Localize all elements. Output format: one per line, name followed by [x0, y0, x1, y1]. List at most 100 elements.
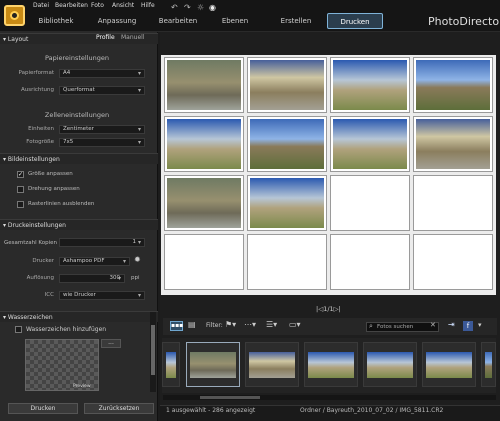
menu-hilfe[interactable]: Hilfe [141, 2, 155, 9]
filmstrip-thumb[interactable] [186, 342, 240, 387]
tab-profile[interactable]: Profile [96, 34, 115, 41]
search-input[interactable]: Fotos suchen [366, 322, 439, 332]
printer-settings-icon[interactable]: ✹ [134, 255, 141, 264]
flag-filter-icon[interactable]: ⚑▾ [225, 320, 236, 329]
paper-format-label: Papierformat [18, 70, 54, 76]
photo-cell[interactable] [164, 175, 244, 231]
units-label: Einheiten [28, 126, 54, 132]
filmstrip-thumb[interactable] [304, 342, 358, 387]
photo-cell[interactable] [413, 116, 493, 172]
photo-cell-empty[interactable] [164, 234, 244, 290]
photo-cell-empty[interactable] [413, 175, 493, 231]
units-select[interactable]: Zentimeter [59, 125, 145, 134]
photo-thumbnail [249, 352, 295, 378]
tab-ebenen[interactable]: Ebenen [212, 13, 258, 29]
photo-thumbnail [416, 119, 490, 169]
rotate-label: Drehung anpassen [28, 186, 80, 192]
copies-label: Gesamtzahl Kopien [4, 240, 58, 246]
resolution-input[interactable]: 300 [59, 274, 125, 283]
orientation-label: Ausrichtung [20, 87, 54, 93]
app-logo-icon [4, 5, 25, 26]
settings-icon[interactable]: ☼ [197, 3, 204, 12]
resize-checkbox[interactable]: ✓ [17, 171, 24, 178]
tab-bibliothek[interactable]: Bibliothek [33, 13, 79, 29]
photo-thumbnail [167, 60, 241, 110]
photo-cell[interactable] [247, 116, 327, 172]
section-image-title: Bildeinstellungen [7, 156, 60, 163]
filmstrip-thumb[interactable] [162, 342, 180, 387]
section-watermark-title: Wasserzeichen [7, 314, 53, 321]
grid-view-icon[interactable]: ▤ [188, 320, 196, 329]
menu-datei[interactable]: Datei [33, 2, 49, 9]
icc-select[interactable]: wie Drucker [59, 291, 145, 300]
gridlines-checkbox[interactable] [17, 201, 24, 208]
menu-foto[interactable]: Foto [91, 2, 104, 9]
photo-cell[interactable] [247, 57, 327, 113]
menu-ansicht[interactable]: Ansicht [112, 2, 134, 9]
photo-thumbnail [250, 178, 324, 228]
photo-cell-empty[interactable] [247, 234, 327, 290]
select-icon[interactable]: ▭▾ [289, 320, 301, 329]
printer-select[interactable]: Ashampoo PDF [59, 257, 130, 266]
icc-label: ICC [44, 292, 54, 298]
cell-settings-title: Zelleneinstellungen [44, 111, 110, 119]
photo-cell[interactable] [330, 57, 410, 113]
more-share-icon[interactable]: ▾ [478, 321, 482, 329]
orientation-select[interactable]: Querformat [59, 86, 145, 95]
section-layout-title: Layout [7, 36, 29, 43]
import-icon[interactable]: ⇥ [448, 320, 455, 329]
print-page [161, 55, 496, 295]
filmstrip-thumb[interactable] [481, 342, 496, 387]
photo-cell-empty[interactable] [413, 234, 493, 290]
photo-cell[interactable] [330, 116, 410, 172]
photo-cell-empty[interactable] [330, 234, 410, 290]
section-watermark-header[interactable]: ▾ Wasserzeichen [0, 311, 158, 322]
photo-cell[interactable] [164, 116, 244, 172]
section-print-header[interactable]: ▾ Druckeinstellungen [0, 219, 158, 230]
photo-size-select[interactable]: 7x5 [59, 138, 145, 147]
filmstrip-thumb[interactable] [245, 342, 299, 387]
photo-thumbnail [250, 60, 324, 110]
tab-erstellen[interactable]: Erstellen [273, 13, 319, 29]
undo-icon[interactable]: ↶ [171, 3, 178, 12]
rotate-checkbox[interactable] [17, 186, 24, 193]
filmstrip-thumb[interactable] [363, 342, 417, 387]
print-button[interactable]: Drucken [8, 403, 78, 414]
photo-thumbnail [416, 60, 490, 110]
resolution-unit: ppi [131, 275, 140, 281]
watermark-preview-text: Preview [73, 384, 91, 389]
tab-bearbeiten[interactable]: Bearbeiten [155, 13, 201, 29]
resolution-label: Auflösung [26, 275, 54, 281]
strip-view-icon[interactable]: ▪▪▪ [170, 321, 183, 331]
paper-format-select[interactable]: A4 [59, 69, 145, 78]
menu-bearbeiten[interactable]: Bearbeiten [55, 2, 88, 9]
left-scrollbar-thumb[interactable] [151, 325, 155, 375]
info-icon[interactable]: ◉ [209, 3, 216, 12]
watermark-more-button[interactable]: ... [101, 339, 121, 348]
photo-cell-empty[interactable] [330, 175, 410, 231]
photo-cell[interactable] [247, 175, 327, 231]
photo-cell[interactable] [413, 57, 493, 113]
section-image-header[interactable]: ▾ Bildeinstellungen [0, 153, 158, 164]
reset-button[interactable]: Zurücksetzen [84, 403, 154, 414]
filmstrip-scrollbar-thumb[interactable] [200, 396, 260, 399]
gridlines-label: Rasterlinien ausblenden [28, 201, 95, 207]
watermark-checkbox[interactable] [15, 326, 22, 333]
redo-icon[interactable]: ↷ [184, 3, 191, 12]
photo-thumbnail [485, 352, 492, 378]
filter-label: Filter: [206, 322, 223, 329]
photo-thumbnail [426, 352, 472, 378]
clear-search-icon[interactable]: ✕ [430, 321, 436, 329]
copies-input[interactable]: 1 [59, 238, 145, 247]
facebook-share-icon[interactable]: f [463, 321, 473, 331]
filmstrip-thumb[interactable] [422, 342, 476, 387]
tab-drucken[interactable]: Drucken [327, 13, 383, 29]
rating-filter-icon[interactable]: ⋯▾ [244, 320, 256, 329]
file-path: Ordner / Bayreuth_2010_07_02 / IMG_5811.… [300, 407, 444, 414]
photo-thumbnail [367, 352, 413, 378]
tab-anpassung[interactable]: Anpassung [94, 13, 140, 29]
tab-manual[interactable]: Manuell [121, 34, 144, 41]
photo-cell[interactable] [164, 57, 244, 113]
sort-icon[interactable]: ☰▾ [266, 320, 277, 329]
page-navigator[interactable]: |◁1/1▷| [316, 305, 341, 313]
